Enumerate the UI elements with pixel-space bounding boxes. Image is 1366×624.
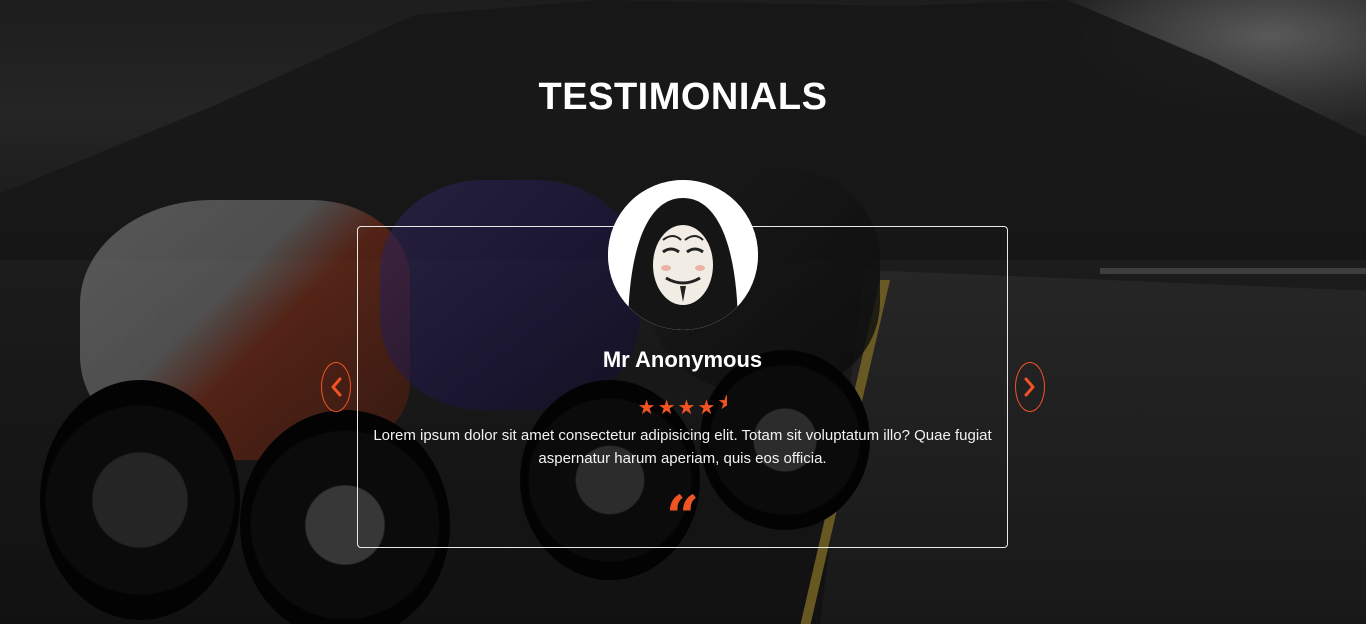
quote-icon: “ <box>665 483 700 551</box>
star-icon: ★ <box>677 395 698 419</box>
next-button[interactable] <box>1015 362 1045 412</box>
chevron-right-icon <box>1024 377 1035 397</box>
section-title: TESTIMONIALS <box>538 76 828 118</box>
rating-stars: ★★★★★ <box>357 390 1008 419</box>
star-icon: ★ <box>657 395 678 419</box>
testimonial-name: Mr Anonymous <box>602 347 763 372</box>
chevron-left-icon <box>331 377 342 397</box>
star-half-icon: ★ <box>717 390 727 414</box>
testimonial-text: Lorem ipsum dolor sit amet consectetur a… <box>373 427 992 467</box>
star-icon: ★ <box>637 395 658 419</box>
star-icon: ★ <box>697 395 718 419</box>
avatar <box>608 180 758 330</box>
anonymous-mask-icon <box>608 180 758 330</box>
previous-button[interactable] <box>321 362 351 412</box>
